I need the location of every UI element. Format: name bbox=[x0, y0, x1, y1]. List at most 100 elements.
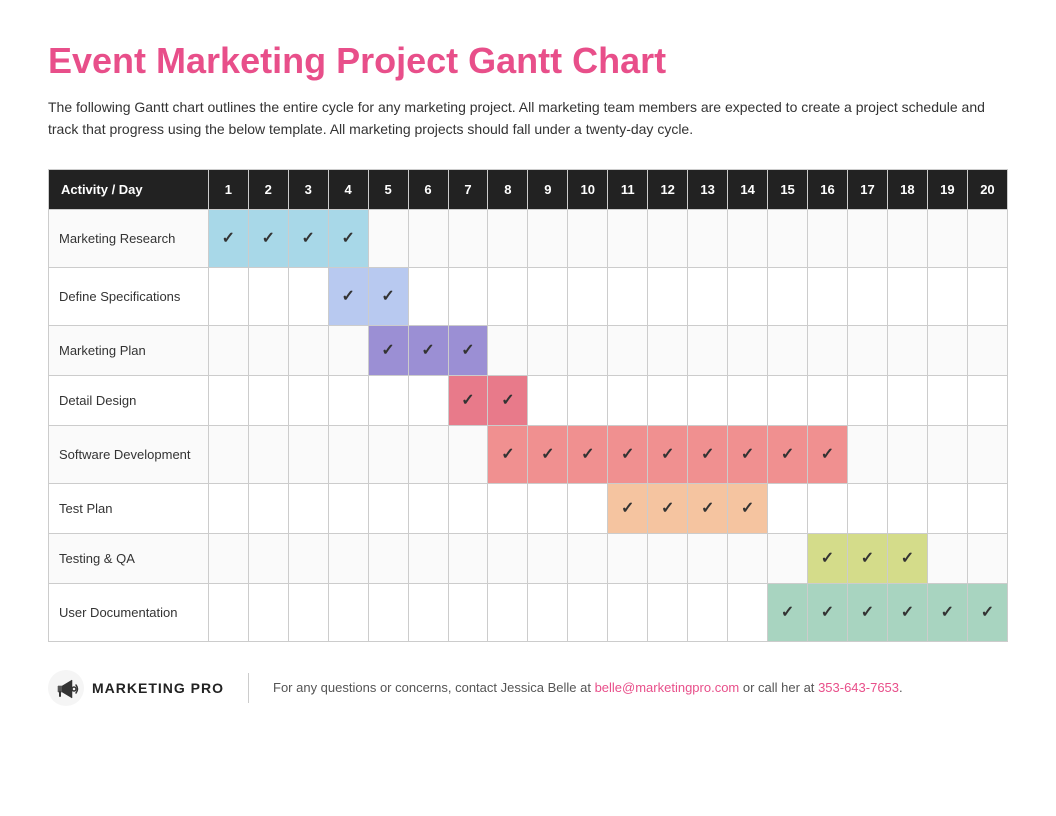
day-cell bbox=[768, 267, 808, 325]
day-cell bbox=[328, 533, 368, 583]
activity-cell-6: Testing & QA bbox=[49, 533, 209, 583]
activity-cell-0: Marketing Research bbox=[49, 209, 209, 267]
day-cell bbox=[568, 267, 608, 325]
day-cell: ✓ bbox=[608, 425, 648, 483]
day-cell: ✓ bbox=[528, 425, 568, 483]
activity-cell-5: Test Plan bbox=[49, 483, 209, 533]
day-header-10: 10 bbox=[568, 169, 608, 209]
day-cell bbox=[288, 325, 328, 375]
day-cell bbox=[967, 375, 1007, 425]
table-row: Detail Design✓✓ bbox=[49, 375, 1008, 425]
check-mark: ✓ bbox=[381, 288, 394, 305]
day-cell bbox=[408, 533, 448, 583]
day-cell bbox=[728, 325, 768, 375]
day-cell bbox=[448, 583, 488, 641]
day-cell bbox=[528, 533, 568, 583]
day-cell bbox=[208, 375, 248, 425]
check-mark: ✓ bbox=[861, 550, 874, 567]
day-cell bbox=[288, 267, 328, 325]
day-cell bbox=[847, 375, 887, 425]
day-cell bbox=[887, 375, 927, 425]
day-header-5: 5 bbox=[368, 169, 408, 209]
day-header-18: 18 bbox=[887, 169, 927, 209]
day-cell bbox=[368, 209, 408, 267]
check-mark: ✓ bbox=[701, 446, 714, 463]
activity-cell-2: Marketing Plan bbox=[49, 325, 209, 375]
day-cell bbox=[688, 209, 728, 267]
day-cell bbox=[808, 209, 848, 267]
day-cell bbox=[768, 483, 808, 533]
day-header-12: 12 bbox=[648, 169, 688, 209]
check-mark: ✓ bbox=[661, 446, 674, 463]
day-cell bbox=[808, 267, 848, 325]
day-cell: ✓ bbox=[448, 375, 488, 425]
day-cell bbox=[368, 483, 408, 533]
activity-header: Activity / Day bbox=[49, 169, 209, 209]
day-cell bbox=[808, 375, 848, 425]
day-cell bbox=[967, 325, 1007, 375]
check-mark: ✓ bbox=[262, 230, 275, 247]
day-cell: ✓ bbox=[847, 533, 887, 583]
day-header-2: 2 bbox=[248, 169, 288, 209]
day-cell: ✓ bbox=[768, 425, 808, 483]
day-cell bbox=[368, 583, 408, 641]
day-cell bbox=[967, 425, 1007, 483]
day-cell bbox=[408, 209, 448, 267]
check-mark: ✓ bbox=[781, 446, 794, 463]
day-cell bbox=[608, 533, 648, 583]
day-cell: ✓ bbox=[887, 533, 927, 583]
day-header-16: 16 bbox=[808, 169, 848, 209]
check-mark: ✓ bbox=[461, 392, 474, 409]
day-cell bbox=[288, 425, 328, 483]
check-mark: ✓ bbox=[461, 342, 474, 359]
day-cell bbox=[448, 209, 488, 267]
gantt-chart: Activity / Day 1234567891011121314151617… bbox=[48, 169, 1008, 642]
day-cell: ✓ bbox=[927, 583, 967, 641]
day-header-20: 20 bbox=[967, 169, 1007, 209]
day-cell bbox=[288, 483, 328, 533]
day-cell bbox=[528, 483, 568, 533]
contact-email-link[interactable]: belle@marketingpro.com bbox=[595, 680, 740, 695]
check-mark: ✓ bbox=[581, 446, 594, 463]
day-cell bbox=[568, 533, 608, 583]
table-row: Software Development✓✓✓✓✓✓✓✓✓ bbox=[49, 425, 1008, 483]
day-cell bbox=[927, 425, 967, 483]
day-cell bbox=[248, 583, 288, 641]
day-header-15: 15 bbox=[768, 169, 808, 209]
day-cell bbox=[448, 483, 488, 533]
day-cell bbox=[608, 375, 648, 425]
day-cell bbox=[568, 583, 608, 641]
day-cell: ✓ bbox=[488, 425, 528, 483]
day-cell bbox=[768, 209, 808, 267]
day-cell bbox=[488, 209, 528, 267]
day-header-13: 13 bbox=[688, 169, 728, 209]
day-cell bbox=[448, 267, 488, 325]
check-mark: ✓ bbox=[381, 342, 394, 359]
activity-cell-1: Define Specifications bbox=[49, 267, 209, 325]
day-cell: ✓ bbox=[808, 583, 848, 641]
day-cell: ✓ bbox=[728, 425, 768, 483]
day-header-17: 17 bbox=[847, 169, 887, 209]
day-cell bbox=[328, 583, 368, 641]
day-cell bbox=[208, 533, 248, 583]
day-cell bbox=[528, 375, 568, 425]
day-cell bbox=[528, 583, 568, 641]
description-text: The following Gantt chart outlines the e… bbox=[48, 96, 1008, 141]
day-cell: ✓ bbox=[768, 583, 808, 641]
day-cell bbox=[208, 325, 248, 375]
day-cell bbox=[448, 533, 488, 583]
day-cell bbox=[887, 209, 927, 267]
table-row: Testing & QA ✓ ✓ ✓ bbox=[49, 533, 1008, 583]
day-cell bbox=[847, 325, 887, 375]
day-cell bbox=[488, 483, 528, 533]
activity-cell-4: Software Development bbox=[49, 425, 209, 483]
contact-phone-link[interactable]: 353-643-7653 bbox=[818, 680, 899, 695]
day-cell bbox=[967, 483, 1007, 533]
day-cell bbox=[528, 325, 568, 375]
table-row: Marketing Research✓✓✓✓ bbox=[49, 209, 1008, 267]
footer: MARKETING PRO For any questions or conce… bbox=[48, 670, 1008, 706]
table-row: Marketing Plan✓✓✓ bbox=[49, 325, 1008, 375]
day-cell bbox=[328, 483, 368, 533]
check-mark: ✓ bbox=[821, 550, 834, 567]
footer-divider bbox=[248, 673, 249, 703]
